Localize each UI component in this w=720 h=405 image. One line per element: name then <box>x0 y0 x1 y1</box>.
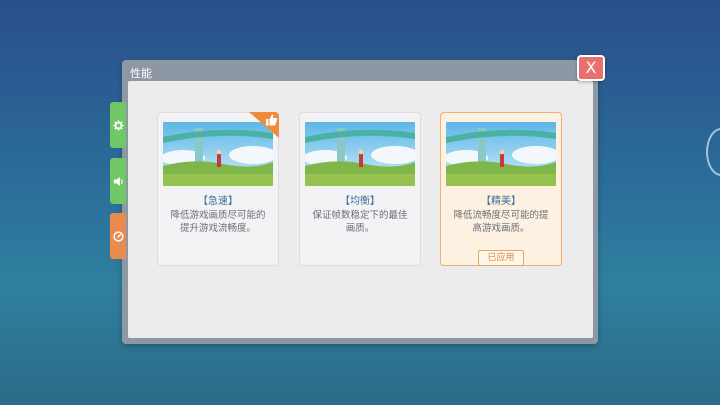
gauge-icon <box>112 230 124 242</box>
applied-badge: 已应用 <box>478 250 524 266</box>
speaker-icon <box>113 176 123 186</box>
preset-description: 降低游戏画质尽可能的提升游戏流畅度。 <box>170 210 266 234</box>
preset-card-balanced[interactable]: 【均衡】 保证帧数稳定下的最佳画质。 <box>299 112 421 266</box>
thumbs-up-icon <box>266 114 278 126</box>
preset-title: 【精美】 <box>481 196 521 207</box>
tab-settings[interactable] <box>110 102 126 148</box>
preset-title: 【急速】 <box>198 196 238 207</box>
close-button[interactable]: X <box>577 55 605 81</box>
gear-icon <box>112 119 124 131</box>
preset-card-quality[interactable]: 【精美】 降低流畅度尽可能的提高游戏画质。 已应用 <box>440 112 562 266</box>
preset-description: 降低流畅度尽可能的提高游戏画质。 <box>453 210 549 234</box>
preset-preview-image <box>163 122 273 186</box>
preset-description: 保证帧数稳定下的最佳画质。 <box>312 210 408 234</box>
preset-title: 【均衡】 <box>340 196 380 207</box>
preset-preview-image <box>305 122 415 186</box>
tab-sound[interactable] <box>110 158 126 204</box>
tab-performance[interactable] <box>110 213 126 259</box>
dialog-title: 性能 <box>130 67 152 80</box>
preset-preview-image <box>446 122 556 186</box>
preset-card-speed[interactable]: 【急速】 降低游戏画质尽可能的提升游戏流畅度。 <box>157 112 279 266</box>
edge-arc-decoration <box>706 128 720 176</box>
